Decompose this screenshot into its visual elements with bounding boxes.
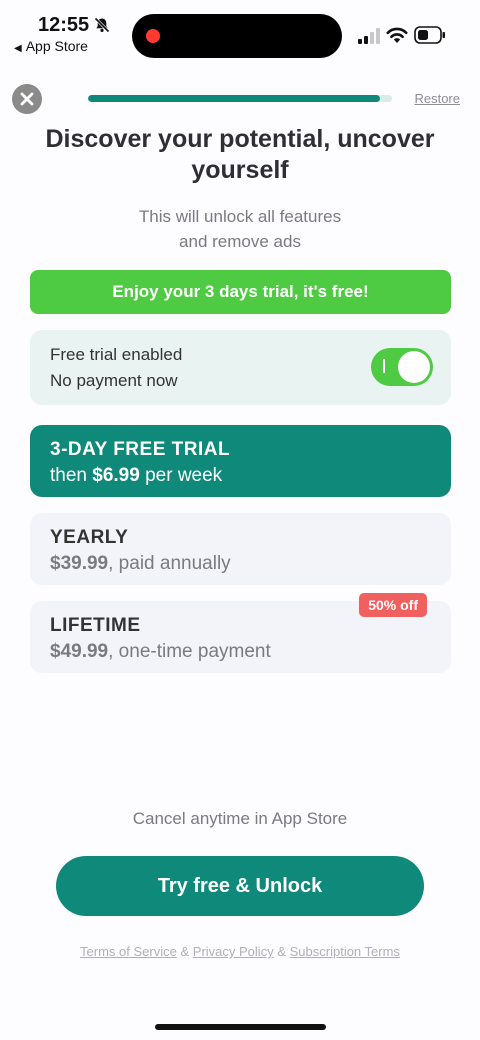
- status-time: 12:55: [38, 14, 90, 36]
- dynamic-island: [132, 14, 342, 58]
- discount-badge: 50% off: [359, 593, 427, 617]
- terms-of-service-link[interactable]: Terms of Service: [80, 944, 177, 959]
- legal-links: Terms of Service & Privacy Policy & Subs…: [0, 944, 480, 959]
- plan-price: $49.99: [50, 641, 109, 662]
- battery-icon: [414, 26, 445, 44]
- back-to-app-store[interactable]: ◀ App Store: [14, 38, 88, 54]
- progress-fill: [88, 95, 380, 102]
- free-trial-switch[interactable]: [371, 348, 433, 386]
- plan-name: 3-DAY FREE TRIAL: [50, 439, 231, 460]
- recording-dot-icon: [146, 29, 160, 43]
- subtitle-line-2: and remove ads: [179, 232, 301, 251]
- subtitle: This will unlock all features and remove…: [40, 204, 440, 254]
- cellular-signal-icon: [358, 28, 380, 44]
- close-button[interactable]: [12, 84, 42, 114]
- plan-price-detail: then $6.99 per week: [50, 465, 223, 486]
- switch-knob: [398, 351, 430, 383]
- back-app-label: App Store: [25, 38, 88, 54]
- back-triangle-icon: ◀: [14, 43, 22, 54]
- plan-price: $6.99: [92, 465, 140, 486]
- toggle-subtitle: No payment now: [50, 371, 178, 390]
- switch-on-mark-icon: [383, 359, 385, 373]
- plan-price: $39.99: [50, 553, 109, 574]
- try-free-unlock-button[interactable]: Try free & Unlock: [56, 856, 424, 916]
- home-indicator[interactable]: [155, 1024, 326, 1030]
- plan-price-detail: $49.99, one-time payment: [50, 641, 271, 662]
- plan-price-detail: $39.99, paid annually: [50, 553, 231, 574]
- toggle-title: Free trial enabled: [50, 345, 183, 364]
- legal-separator: &: [180, 944, 190, 959]
- page-title: Discover your potential, uncover yoursel…: [45, 125, 435, 184]
- free-trial-toggle-card[interactable]: Free trial enabled No payment now: [30, 330, 451, 405]
- subtitle-line-1: This will unlock all features: [138, 207, 342, 226]
- restore-link[interactable]: Restore: [414, 91, 460, 106]
- close-icon: [20, 92, 34, 106]
- onboarding-progress-bar: [88, 95, 392, 102]
- cancel-note: Cancel anytime in App Store: [132, 809, 348, 828]
- trial-banner: Enjoy your 3 days trial, it's free!: [30, 270, 451, 314]
- subscription-terms-link[interactable]: Subscription Terms: [290, 944, 400, 959]
- bell-slash-icon: [94, 17, 110, 33]
- privacy-policy-link[interactable]: Privacy Policy: [193, 944, 274, 959]
- plan-option-free-trial[interactable]: 3-DAY FREE TRIAL then $6.99 per week: [30, 425, 451, 497]
- plan-name: LIFETIME: [50, 615, 141, 636]
- plan-option-lifetime[interactable]: LIFETIME $49.99, one-time payment 50% of…: [30, 593, 451, 673]
- plan-option-yearly[interactable]: YEARLY $39.99, paid annually: [30, 513, 451, 585]
- status-bar: 12:55 ◀ App Store: [0, 0, 480, 60]
- plan-name: YEARLY: [50, 527, 129, 548]
- wifi-icon: [386, 27, 408, 43]
- legal-separator: &: [277, 944, 286, 959]
